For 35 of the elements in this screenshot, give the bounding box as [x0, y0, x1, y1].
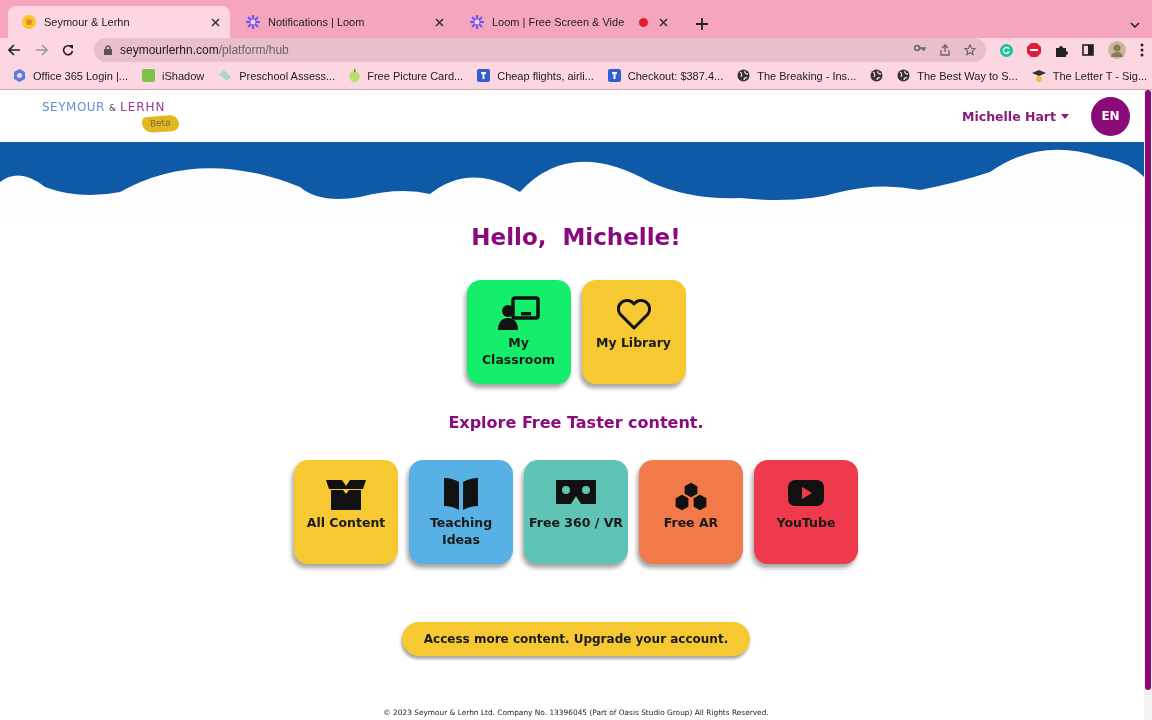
tab-title: Loom | Free Screen & Vide [492, 16, 626, 28]
browser-tab[interactable]: Loom | Free Screen & Vide [456, 6, 678, 38]
bookmark[interactable]: Office 365 Login |... [8, 67, 133, 84]
upgrade-button[interactable]: Access more content. Upgrade your account. [401, 622, 751, 656]
tile-button[interactable]: My Library [581, 280, 686, 384]
site-logo[interactable]: SEYMOUR & LERHN Beta [42, 96, 180, 136]
tile-button[interactable]: Free AR [639, 460, 743, 564]
tab-title: Seymour & Lerhn [44, 16, 131, 28]
bookmark[interactable]: The Best Way to S... [892, 67, 1023, 84]
tile-button[interactable]: My Classroom [466, 280, 571, 384]
language-button[interactable]: EN [1091, 96, 1130, 136]
bookmark[interactable]: The Letter T - Sig... [1026, 67, 1152, 84]
bookmark[interactable]: The Breaking - Ins... [732, 67, 862, 84]
bookmark[interactable]: iShadow [137, 67, 210, 84]
greeting-heading: Hello, Michelle! [471, 223, 681, 252]
browser-tab[interactable]: Notifications | Loom [232, 6, 454, 38]
bookmark[interactable]: Cheap flights, airli... [472, 67, 599, 84]
logo-text: LERHN [120, 100, 166, 114]
logo-text: SEYMOUR [42, 100, 105, 114]
url-host: seymourlerhn.com [120, 43, 219, 57]
tile-button[interactable]: All Content [294, 460, 398, 564]
section-heading: Explore Free Taster content. [448, 412, 704, 434]
beta-badge: Beta [141, 114, 180, 134]
tile-button[interactable]: Teaching Ideas [409, 460, 513, 564]
browser-tab[interactable]: Seymour & Lerhn [8, 6, 230, 38]
tab-title: Notifications | Loom [268, 16, 366, 28]
logo-text: & [108, 103, 116, 113]
url-path: /platform/hub [218, 43, 289, 57]
bookmark[interactable]: Preschool Assess... [213, 67, 341, 84]
user-menu[interactable]: Michelle Hart [956, 107, 1075, 125]
tile-button[interactable]: Free 360 / VR [524, 460, 628, 564]
tile-button[interactable]: YouTube [754, 460, 858, 564]
bookmark[interactable]: Checkout: $387.4... [602, 67, 729, 84]
address-bar[interactable]: seymourlerhn.com/platform/hub [94, 38, 986, 62]
bookmark[interactable]: Free Picture Card... [344, 67, 469, 84]
